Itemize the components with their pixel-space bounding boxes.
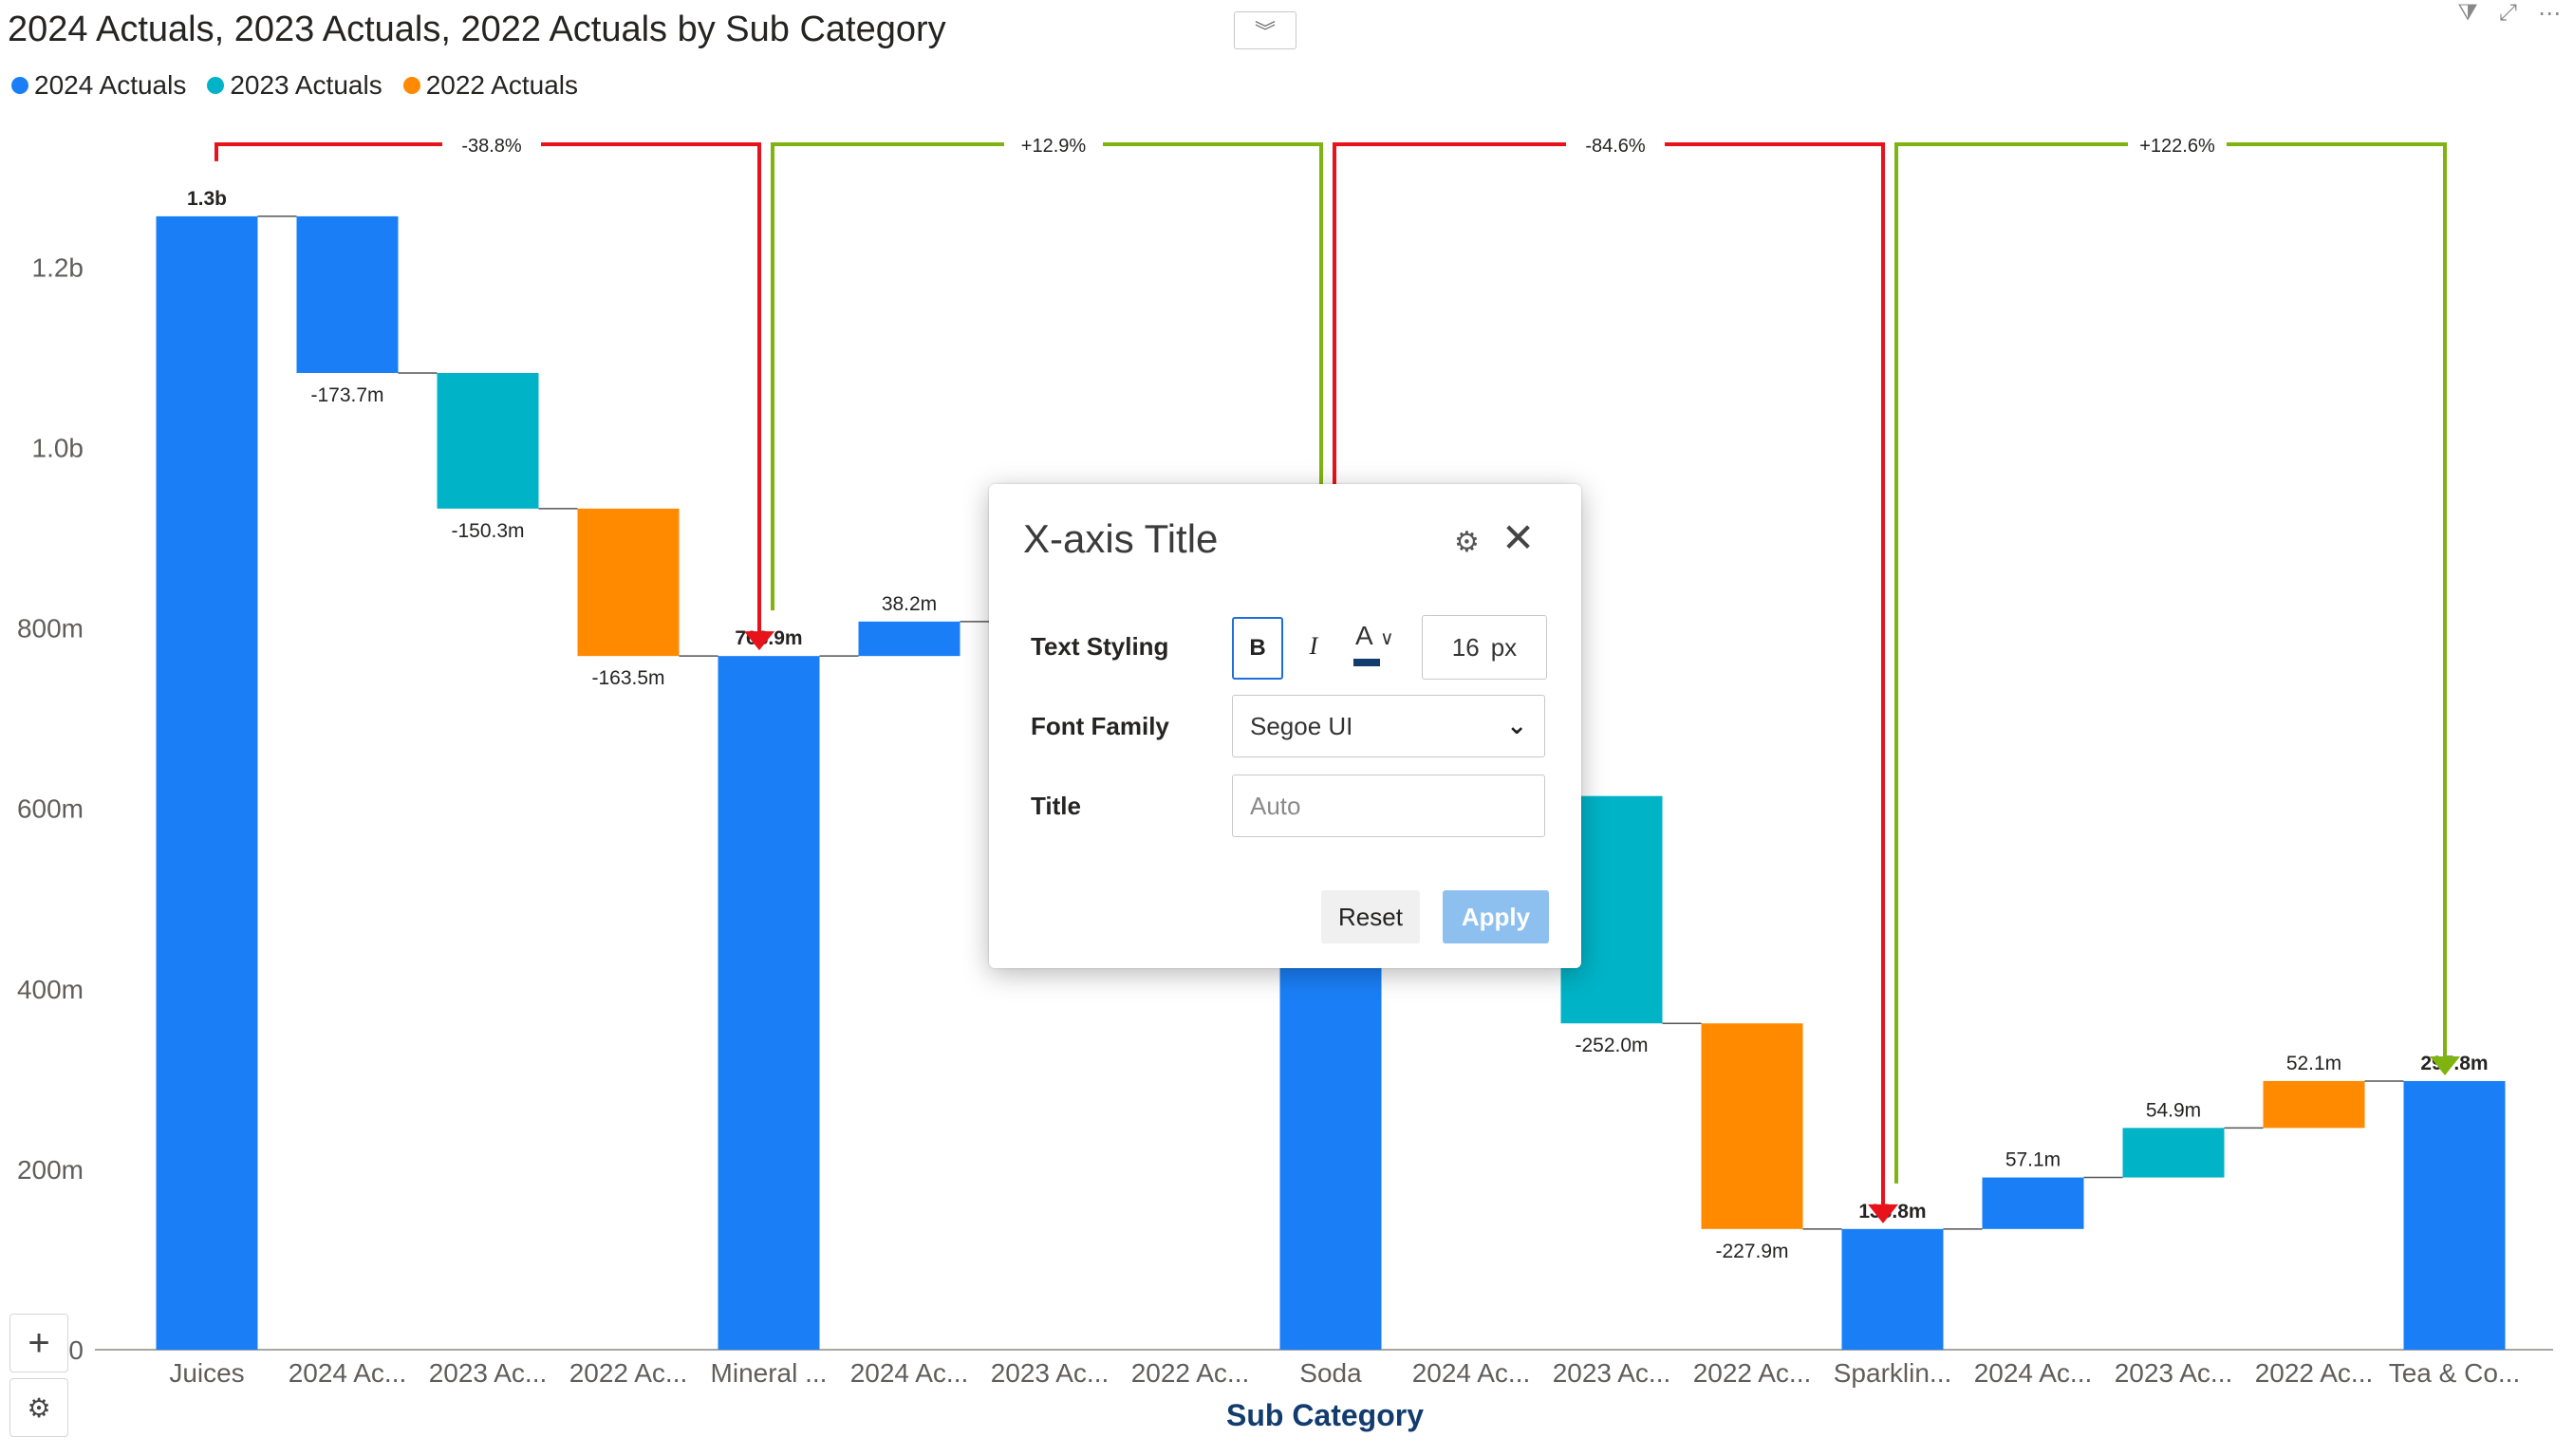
data-label: 54.9m <box>2146 1099 2201 1121</box>
close-icon[interactable]: ✕ <box>1502 518 1535 558</box>
font-family-select[interactable]: Segoe UI ⌄ <box>1232 695 1545 757</box>
data-label: 1.3b <box>187 188 227 210</box>
chevron-down-icon: ⌄ <box>1506 711 1527 739</box>
plus-icon: + <box>28 1321 50 1364</box>
x-tick-label: 2024 Ac... <box>289 1358 407 1388</box>
x-tick-label: 2024 Ac... <box>850 1358 969 1388</box>
x-tick-label: 2023 Ac... <box>991 1358 1110 1388</box>
reset-button[interactable]: Reset <box>1321 890 1420 943</box>
y-tick-label: 1.2b <box>32 252 84 282</box>
x-tick-label: Tea & Co... <box>2389 1358 2521 1388</box>
gear-icon[interactable]: ⚙ <box>1454 526 1480 559</box>
dialog-title: X-axis Title <box>1023 516 1219 561</box>
waterfall-bar <box>1701 1023 1803 1229</box>
legend-dot-2022 <box>402 77 420 94</box>
y-tick-label: 600m <box>17 794 84 824</box>
x-tick-label: 2023 Ac... <box>429 1358 548 1388</box>
font-family-value: Segoe UI <box>1250 711 1353 740</box>
italic-toggle[interactable]: I <box>1293 617 1334 676</box>
data-label: -227.9m <box>1715 1241 1788 1262</box>
x-tick-label: Sparklin... <box>1834 1358 1952 1388</box>
y-tick-label: 800m <box>17 614 84 644</box>
title-label: Title <box>1031 792 1081 820</box>
text-styling-label: Text Styling <box>1031 632 1169 661</box>
visual-header-icons: ⧩ ⤢ ⋯ <box>2457 0 2561 28</box>
font-color-icon: A <box>1355 621 1373 650</box>
waterfall-bar <box>1982 1177 2084 1229</box>
double-chevron-down-icon: ︾ <box>1254 20 1276 44</box>
legend-label: 2023 Actuals <box>230 70 382 100</box>
y-tick-label: 400m <box>17 975 84 1004</box>
data-label: -173.7m <box>310 384 383 406</box>
waterfall-bar <box>2122 1128 2225 1178</box>
font-size-unit: px <box>1490 632 1518 662</box>
add-button[interactable]: + <box>9 1314 68 1372</box>
data-label: -150.3m <box>451 520 524 542</box>
y-tick-label: 200m <box>17 1155 84 1185</box>
legend-dot-2024 <box>11 77 28 94</box>
font-family-label: Font Family <box>1031 712 1169 740</box>
focus-mode-icon[interactable]: ⤢ <box>2499 0 2517 28</box>
comparison-label: +12.9% <box>1021 136 1087 157</box>
comparison-label: -84.6% <box>1585 136 1646 157</box>
data-label: -163.5m <box>591 667 664 689</box>
comparison-label: -38.8% <box>461 136 522 157</box>
x-tick-label: 2023 Ac... <box>1553 1358 1671 1388</box>
data-label: 57.1m <box>2005 1149 2061 1171</box>
legend-item-2023[interactable]: 2023 Actuals <box>207 70 382 101</box>
comparison-label: +122.6% <box>2139 136 2215 157</box>
data-label: -252.0m <box>1575 1035 1648 1056</box>
x-tick-label: Soda <box>1299 1358 1362 1388</box>
italic-label: I <box>1309 632 1318 660</box>
font-size-input[interactable]: 16 px <box>1422 615 1547 680</box>
waterfall-bar <box>296 215 399 373</box>
chart-settings-icon: ⚙ <box>27 1392 51 1423</box>
y-tick-label: 1.0b <box>32 434 84 463</box>
font-color-picker[interactable]: A ∨ <box>1348 621 1405 674</box>
x-tick-label: 2022 Ac... <box>2255 1358 2374 1388</box>
x-axis-title-dialog: X-axis Title ⚙ ✕ Text Styling B I A ∨ 16… <box>989 484 1581 968</box>
title-input[interactable] <box>1232 775 1545 837</box>
y-tick-label: 0 <box>68 1335 84 1365</box>
legend-item-2022[interactable]: 2022 Actuals <box>402 70 579 101</box>
data-label: 38.2m <box>882 593 937 615</box>
x-tick-label: 2024 Ac... <box>1412 1358 1531 1388</box>
x-tick-label: Mineral ... <box>711 1358 828 1388</box>
bold-label: B <box>1249 635 1266 661</box>
x-tick-label: 2022 Ac... <box>1693 1358 1812 1388</box>
legend: 2024 Actuals 2023 Actuals 2022 Actuals <box>11 70 578 101</box>
filter-icon[interactable]: ⧩ <box>2457 0 2477 28</box>
x-tick-label: 2022 Ac... <box>1131 1358 1250 1388</box>
x-tick-label: 2024 Ac... <box>1974 1358 2093 1388</box>
legend-dot-2023 <box>207 77 225 94</box>
waterfall-bar <box>718 656 820 1350</box>
waterfall-bar <box>2403 1080 2506 1350</box>
chart-settings-button[interactable]: ⚙ <box>9 1378 68 1437</box>
x-tick-label: Juices <box>169 1358 244 1388</box>
waterfall-bar <box>437 372 539 509</box>
font-color-swatch <box>1353 659 1380 666</box>
waterfall-bar <box>858 621 961 657</box>
more-options-icon[interactable]: ⋯ <box>2538 0 2561 28</box>
comparison-bracket <box>1894 142 2447 1184</box>
x-tick-label: 2023 Ac... <box>2115 1358 2233 1388</box>
collapse-button[interactable]: ︾ <box>1234 11 1296 49</box>
legend-label: 2022 Actuals <box>425 70 579 100</box>
waterfall-bar <box>156 215 258 1351</box>
chart-title: 2024 Actuals, 2023 Actuals, 2022 Actuals… <box>8 9 946 49</box>
apply-button[interactable]: Apply <box>1443 890 1549 943</box>
data-label: 52.1m <box>2286 1053 2341 1074</box>
bold-toggle[interactable]: B <box>1232 617 1283 680</box>
legend-label: 2024 Actuals <box>34 70 187 100</box>
x-axis-title: Sub Category <box>1226 1398 1424 1432</box>
font-size-value: 16 <box>1451 632 1480 662</box>
legend-item-2024[interactable]: 2024 Actuals <box>11 70 186 101</box>
waterfall-bar <box>1841 1228 1944 1350</box>
x-tick-label: 2022 Ac... <box>569 1358 688 1388</box>
chevron-down-icon: ∨ <box>1380 628 1394 649</box>
waterfall-bar <box>577 508 680 657</box>
waterfall-bar <box>2263 1080 2365 1129</box>
